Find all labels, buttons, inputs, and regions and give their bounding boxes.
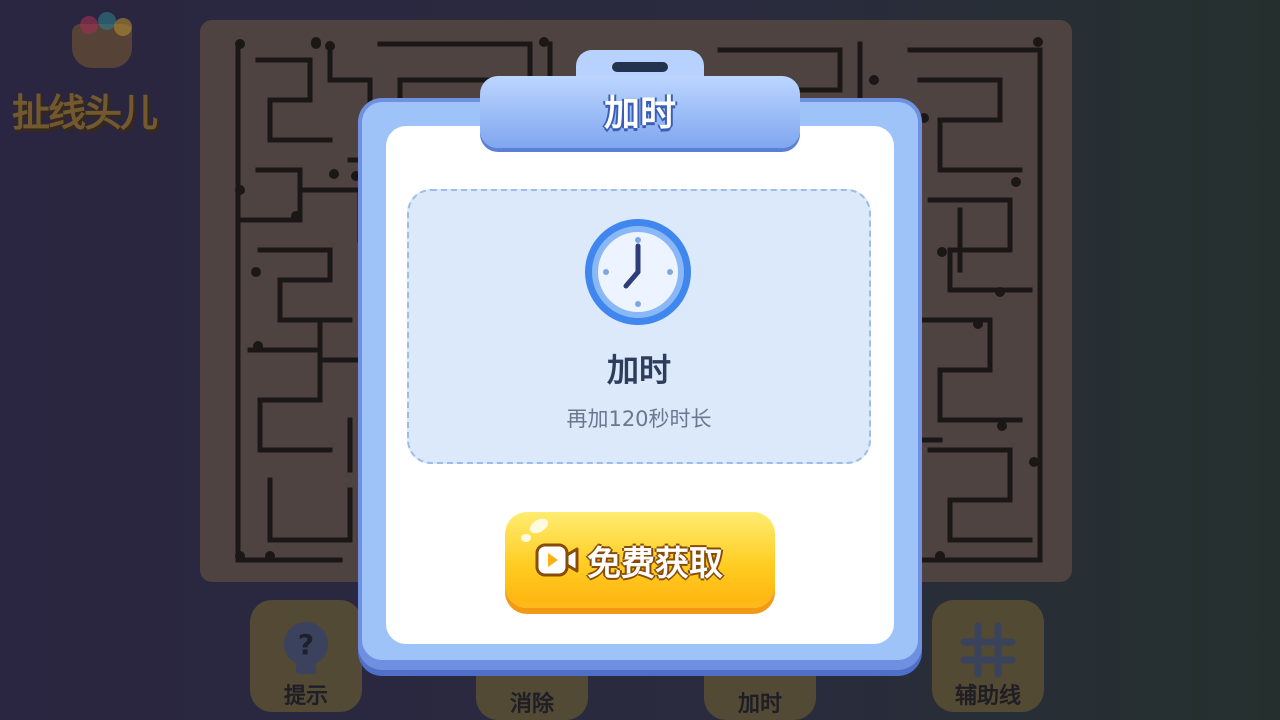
hint-label: 提示 [283, 684, 328, 709]
guide-lines-button[interactable]: 辅助线 [932, 600, 1044, 712]
video-icon [535, 543, 579, 577]
dialog-title-tab: 加时 [480, 50, 800, 148]
free-get-label: 免费获取 [587, 544, 723, 584]
reward-description: 再加120秒时长 [566, 407, 712, 431]
clock-icon [585, 219, 691, 325]
add-time-toolbar-label: 加时 [737, 692, 782, 717]
reward-title: 加时 [606, 351, 671, 389]
grid-icon [960, 622, 1016, 678]
dialog-title: 加时 [603, 93, 676, 134]
question-bulb-icon: ? [284, 622, 328, 674]
game-logo: 扯线头儿 [10, 12, 200, 135]
hint-button[interactable]: ? 提示 [250, 600, 362, 712]
svg-text:?: ? [298, 628, 314, 661]
guide-lines-label: 辅助线 [954, 684, 1021, 709]
clip-slot [612, 62, 668, 72]
free-get-button[interactable]: 免费获取 [505, 512, 775, 608]
eliminate-label: 消除 [509, 692, 554, 717]
logo-text: 扯线头儿 [12, 91, 158, 135]
